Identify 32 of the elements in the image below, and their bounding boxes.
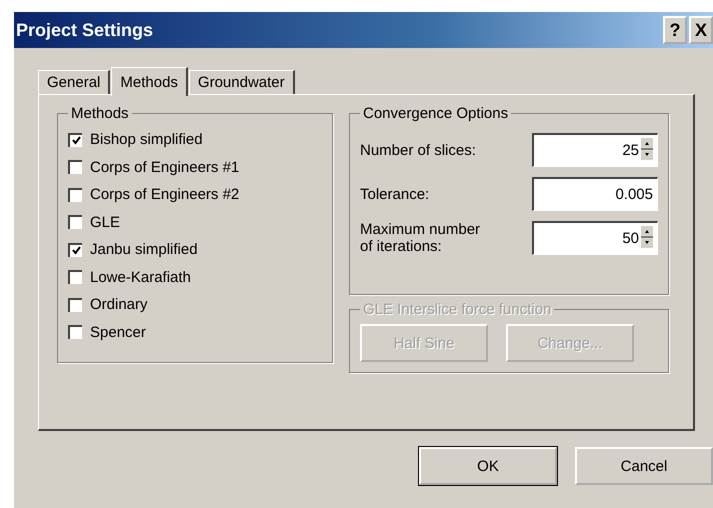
checkbox-label: GLE — [90, 214, 120, 231]
checkbox[interactable] — [68, 298, 82, 312]
checkbox-label: Spencer — [90, 324, 146, 341]
field-label: Number of slices: — [360, 142, 477, 158]
input-field[interactable]: 50 — [532, 221, 658, 255]
checkbox-label: Bishop simplified — [90, 131, 203, 148]
checkbox[interactable] — [68, 325, 82, 340]
help-button[interactable]: ? — [663, 16, 687, 44]
checkbox[interactable] — [68, 160, 82, 174]
group-title: Methods — [70, 105, 130, 122]
ok-button[interactable]: OK — [419, 447, 557, 485]
checkbox[interactable] — [68, 132, 82, 147]
group-title: Convergence Options — [362, 105, 510, 122]
field-label: Tolerance: — [360, 186, 430, 202]
checkbox-label: Janbu simplified — [90, 241, 198, 258]
input-field[interactable]: 25 — [532, 133, 658, 167]
close-button[interactable]: X — [689, 16, 713, 44]
window-title: Project Settings — [16, 20, 154, 40]
tab[interactable]: Methods — [111, 67, 188, 96]
checkbox[interactable] — [68, 270, 82, 284]
input-field[interactable]: 0.005 — [532, 177, 658, 211]
checkbox-label: Corps of Engineers #1 — [90, 158, 240, 176]
checkbox-label: Lowe-Karafiath — [90, 268, 191, 286]
checkbox[interactable] — [68, 215, 82, 230]
checkbox-label: Ordinary — [90, 296, 148, 314]
cancel-button[interactable]: Cancel — [575, 447, 713, 485]
field-label: Maximum number of iterations: — [360, 221, 482, 255]
checkbox-label: Corps of Engineers #2 — [90, 186, 240, 204]
tab[interactable]: General — [38, 70, 110, 94]
checkbox[interactable] — [68, 188, 82, 202]
tab[interactable]: Groundwater — [188, 70, 295, 94]
checkbox[interactable] — [68, 242, 82, 257]
